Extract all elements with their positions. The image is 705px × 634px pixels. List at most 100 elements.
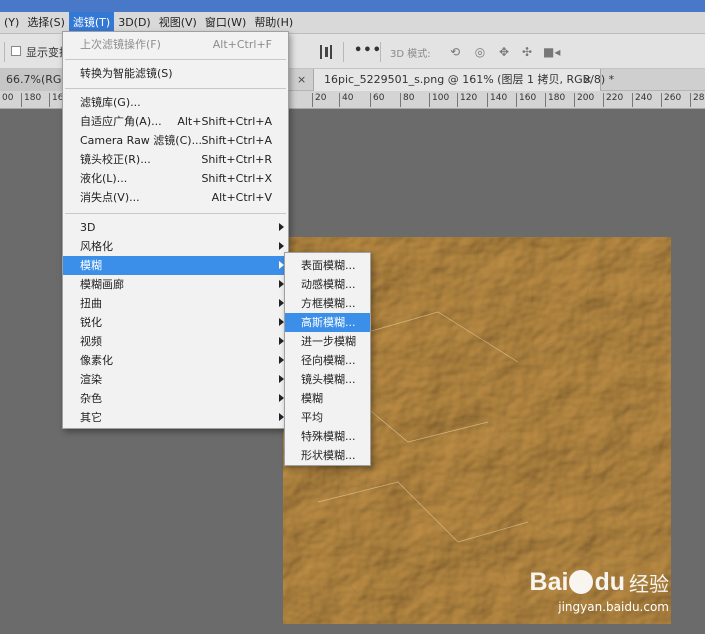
orbit-icon[interactable]: ⟲ xyxy=(447,44,463,60)
watermark-url: jingyan.baidu.com xyxy=(558,600,669,614)
menu-item-filter-gallery[interactable]: 滤镜库(G)... xyxy=(63,93,288,112)
menu-item-label: 渲染 xyxy=(80,373,102,386)
ruler-tick: 20 xyxy=(311,93,327,107)
watermark-logo-text: du xyxy=(594,567,625,596)
menu-item-label: 模糊画廊 xyxy=(80,278,124,291)
menu-item-last-filter[interactable]: 上次滤镜操作(F) Alt+Ctrl+F xyxy=(63,35,288,54)
submenu-item-smart-blur[interactable]: 特殊模糊... xyxy=(285,427,370,446)
slide-icon[interactable]: ✣ xyxy=(519,44,535,60)
menu-item-label: 其它 xyxy=(80,411,102,424)
menu-item-label: 视频 xyxy=(80,335,102,348)
menu-item-liquify[interactable]: 液化(L)... Shift+Ctrl+X xyxy=(63,169,288,188)
pan-icon[interactable]: ✥ xyxy=(496,44,512,60)
menu-item-label: 像素化 xyxy=(80,354,113,367)
options-divider xyxy=(380,42,381,62)
menu-item-pixelate[interactable]: 像素化 xyxy=(63,351,288,370)
submenu-arrow-icon xyxy=(279,242,284,250)
3d-mode-label: 3D 模式: xyxy=(390,49,431,60)
filter-menu-dropdown: 上次滤镜操作(F) Alt+Ctrl+F 转换为智能滤镜(S) 滤镜库(G)..… xyxy=(62,31,289,429)
menu-item-blur[interactable]: 模糊 xyxy=(63,256,288,275)
submenu-item-lens-blur[interactable]: 镜头模糊... xyxy=(285,370,370,389)
menu-item-type[interactable]: (Y) xyxy=(0,12,23,34)
menu-item-label: 动感模糊... xyxy=(301,278,356,291)
menu-item-label: 模糊 xyxy=(80,259,102,272)
ruler-tick: 60 xyxy=(369,93,385,107)
menu-item-shortcut: Alt+Ctrl+F xyxy=(212,38,272,51)
more-options-button[interactable]: ••• xyxy=(354,43,382,58)
ruler-tick: 200 xyxy=(573,93,595,107)
tab-label: 16pic_5229501_s.png @ 161% (图层 1 拷贝, RGB… xyxy=(324,73,615,86)
ruler-tick: 180 xyxy=(544,93,566,107)
menu-item-label: 形状模糊... xyxy=(301,449,356,462)
submenu-item-box-blur[interactable]: 方框模糊... xyxy=(285,294,370,313)
ruler-tick: 28 xyxy=(689,93,705,107)
options-divider xyxy=(4,42,5,62)
menu-item-shortcut: Shift+Ctrl+R xyxy=(201,153,272,166)
watermark-logo-cn: 经验 xyxy=(629,571,669,596)
menu-item-label: 进一步模糊 xyxy=(301,335,356,348)
menu-item-label: 扭曲 xyxy=(80,297,102,310)
menu-item-vanishing-point[interactable]: 消失点(V)... Alt+Ctrl+V xyxy=(63,188,288,207)
window-title-strip xyxy=(0,0,705,12)
menu-item-render[interactable]: 渲染 xyxy=(63,370,288,389)
ruler-tick: 160 xyxy=(515,93,537,107)
ruler-tick: 40 xyxy=(338,93,354,107)
menu-item-3d[interactable]: 3D xyxy=(63,218,288,237)
menu-item-label: 上次滤镜操作(F) xyxy=(80,38,161,51)
align-distribute-icon[interactable] xyxy=(318,45,332,59)
menu-item-shortcut: Shift+Ctrl+X xyxy=(201,172,272,185)
watermark-logo-text: Bai xyxy=(529,567,569,596)
submenu-item-shape-blur[interactable]: 形状模糊... xyxy=(285,446,370,465)
paw-icon xyxy=(569,570,594,594)
tab-close-icon[interactable]: × xyxy=(297,73,306,87)
menu-item-camera-raw[interactable]: Camera Raw 滤镜(C)... Shift+Ctrl+A xyxy=(63,131,288,150)
ruler-tick: 100 xyxy=(428,93,450,107)
menu-item-noise[interactable]: 杂色 xyxy=(63,389,288,408)
submenu-item-average[interactable]: 平均 xyxy=(285,408,370,427)
menu-item-label: Camera Raw 滤镜(C)... xyxy=(80,134,203,147)
menu-item-distort[interactable]: 扭曲 xyxy=(63,294,288,313)
menu-separator xyxy=(65,59,286,60)
ruler-tick: 220 xyxy=(602,93,624,107)
roll-icon[interactable]: ◎ xyxy=(472,44,488,60)
menu-item-video[interactable]: 视频 xyxy=(63,332,288,351)
tab-close-icon[interactable]: × xyxy=(583,73,592,87)
menu-item-label: 自适应广角(A)... xyxy=(80,115,162,128)
menu-item-label: 杂色 xyxy=(80,392,102,405)
blur-submenu: 表面模糊... 动感模糊... 方框模糊... 高斯模糊... 进一步模糊 径向… xyxy=(284,252,371,466)
ruler-tick: 80 xyxy=(399,93,415,107)
menu-separator xyxy=(65,213,286,214)
menu-item-shortcut: Alt+Shift+Ctrl+A xyxy=(177,115,272,128)
menu-item-blur-gallery[interactable]: 模糊画廊 xyxy=(63,275,288,294)
menu-item-other[interactable]: 其它 xyxy=(63,408,288,427)
menu-item-label: 模糊 xyxy=(301,392,323,405)
tab-document-active[interactable]: 16pic_5229501_s.png @ 161% (图层 1 拷贝, RGB… xyxy=(313,69,614,91)
submenu-item-surface-blur[interactable]: 表面模糊... xyxy=(285,256,370,275)
menu-item-label: 3D xyxy=(80,221,96,234)
submenu-arrow-icon xyxy=(279,223,284,231)
menu-item-shortcut: Shift+Ctrl+A xyxy=(201,134,272,147)
ruler-tick: 120 xyxy=(456,93,478,107)
submenu-item-blur[interactable]: 模糊 xyxy=(285,389,370,408)
menu-item-shortcut: Alt+Ctrl+V xyxy=(211,191,272,204)
menu-item-label: 平均 xyxy=(301,411,323,424)
ruler-tick: 240 xyxy=(631,93,653,107)
menu-item-sharpen[interactable]: 锐化 xyxy=(63,313,288,332)
submenu-item-radial-blur[interactable]: 径向模糊... xyxy=(285,351,370,370)
ruler-tick: 180 xyxy=(20,93,42,107)
zoom-camera-icon[interactable]: ■◂ xyxy=(543,44,560,60)
submenu-item-blur-more[interactable]: 进一步模糊 xyxy=(285,332,370,351)
menu-item-label: 特殊模糊... xyxy=(301,430,356,443)
menu-item-convert-smart-filter[interactable]: 转换为智能滤镜(S) xyxy=(63,64,288,83)
menu-item-label: 径向模糊... xyxy=(301,354,356,367)
submenu-item-gaussian-blur[interactable]: 高斯模糊... xyxy=(285,313,370,332)
show-transform-checkbox[interactable] xyxy=(11,46,21,56)
menu-item-label: 表面模糊... xyxy=(301,259,356,272)
menu-item-lens-correction[interactable]: 镜头校正(R)... Shift+Ctrl+R xyxy=(63,150,288,169)
submenu-item-motion-blur[interactable]: 动感模糊... xyxy=(285,275,370,294)
menu-item-stylize[interactable]: 风格化 xyxy=(63,237,288,256)
menu-item-label: 高斯模糊... xyxy=(301,316,356,329)
menu-item-label: 滤镜库(G)... xyxy=(80,96,141,109)
menu-item-adaptive-wide-angle[interactable]: 自适应广角(A)... Alt+Shift+Ctrl+A xyxy=(63,112,288,131)
menu-item-label: 镜头模糊... xyxy=(301,373,356,386)
